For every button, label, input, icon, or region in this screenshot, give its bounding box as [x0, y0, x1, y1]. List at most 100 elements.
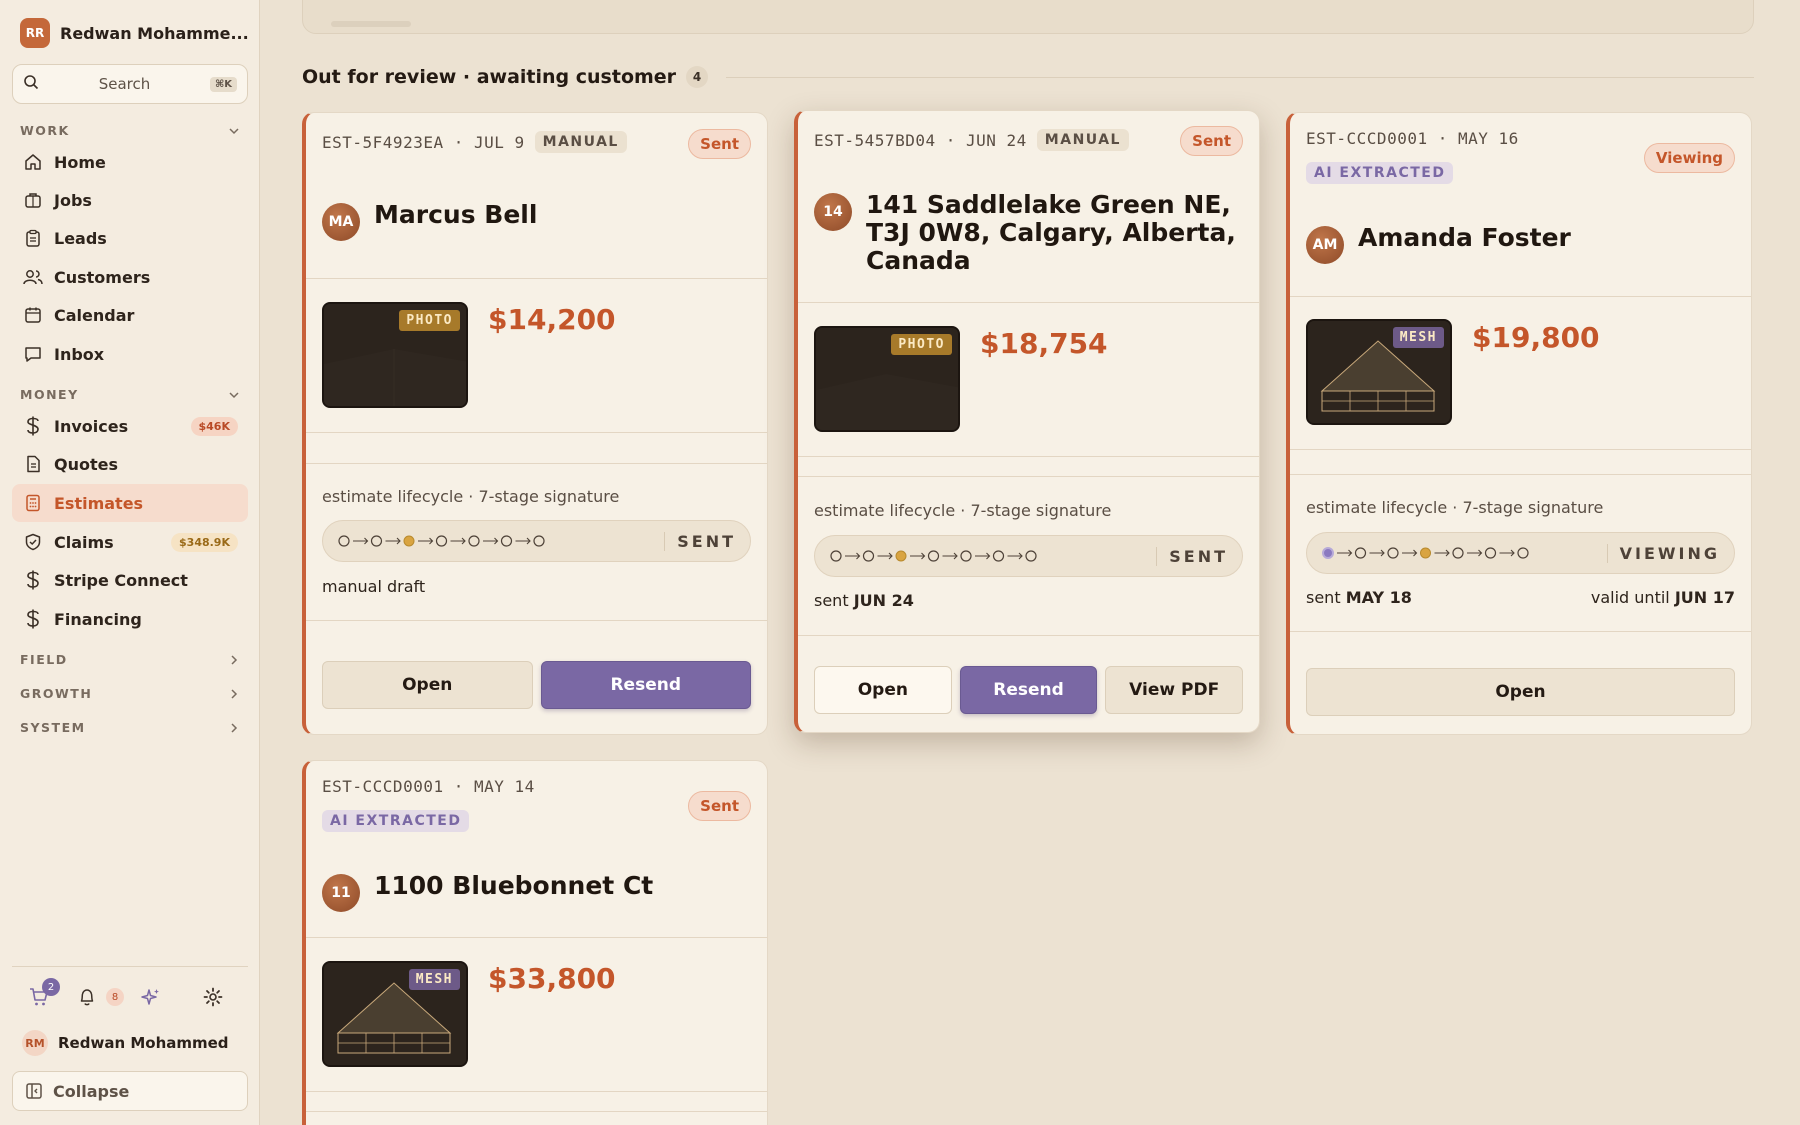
sidebar-item-stripe-connect[interactable]: Stripe Connect — [12, 561, 248, 599]
workspace-switcher[interactable]: RR Redwan Mohamme... — [20, 18, 249, 48]
source-tag: MANUAL — [534, 131, 627, 153]
calendar-icon — [22, 304, 44, 326]
source-tag: AI EXTRACTED — [1306, 162, 1454, 184]
section-work-label: WORK — [20, 123, 70, 138]
section-money[interactable]: MONEY — [20, 387, 240, 402]
avatar: RM — [22, 1030, 48, 1056]
lifecycle-arrow — [418, 537, 434, 545]
lifecycle-stage — [468, 535, 480, 547]
chevron-right-icon — [231, 722, 238, 733]
estimate-card[interactable]: EST-5F4923EA · JUL 9 MANUAL Sent MA Marc… — [302, 112, 768, 735]
lifecycle-arrow — [975, 552, 991, 560]
view-pdf-button[interactable]: View PDF — [1105, 666, 1244, 714]
lifecycle-stage — [403, 535, 415, 547]
section-system[interactable]: SYSTEM — [20, 720, 240, 735]
lifecycle-state: SENT — [1156, 546, 1228, 566]
search-input[interactable]: Search ⌘K — [12, 64, 248, 104]
estimate-meta: EST-CCCD0001 · MAY 14 — [322, 777, 535, 796]
sidebar-item-label: Financing — [54, 609, 142, 629]
client-name: 141 Saddlelake Green NE, T3J 0W8, Calgar… — [866, 190, 1236, 275]
lifecycle-stage — [1452, 547, 1464, 559]
user-profile[interactable]: RM Redwan Mohammed — [22, 1030, 229, 1056]
lifecycle-stage — [370, 535, 383, 547]
group-count-badge: 4 — [686, 66, 709, 88]
estimate-card[interactable]: EST-CCCD0001 · MAY 14 AI EXTRACTED Sent … — [302, 760, 768, 1125]
divider — [798, 635, 1259, 636]
estimate-price: $14,200 — [488, 303, 616, 336]
sidebar-item-quotes[interactable]: Quotes — [12, 445, 248, 483]
lifecycle-arrow — [1337, 549, 1353, 557]
settings-button[interactable] — [198, 982, 228, 1012]
sidebar-item-leads[interactable]: Leads — [12, 219, 248, 257]
estimate-id: EST-CCCD0001 · MAY 16 — [1306, 129, 1519, 148]
sidebar-item-label: Estimates — [54, 493, 144, 513]
sidebar-item-jobs[interactable]: Jobs — [12, 181, 248, 219]
lifecycle-arrow — [910, 552, 926, 560]
estimate-id: EST-5457BD04 · JUN 24 — [814, 130, 1027, 150]
status-badge: Sent — [1180, 126, 1243, 156]
sidebar-item-label: Jobs — [54, 190, 92, 210]
lifecycle-stage — [1322, 547, 1334, 559]
sidebar-item-financing[interactable]: Financing — [12, 600, 248, 638]
resend-button[interactable]: Resend — [959, 666, 1098, 714]
sidebar-item-claims[interactable]: Claims $348.9K — [12, 523, 248, 561]
section-growth-label: GROWTH — [20, 686, 93, 701]
section-field[interactable]: FIELD — [20, 652, 240, 667]
invoices-badge: $46K — [190, 416, 238, 436]
lifecycle-note: sent JUN 24 — [814, 591, 1243, 610]
mesh-thumbnail[interactable]: MESH — [322, 961, 468, 1067]
sidebar-item-invoices[interactable]: Invoices $46K — [12, 407, 248, 445]
sidebar-item-home[interactable]: Home — [12, 143, 248, 181]
mesh-thumbnail[interactable]: MESH — [1306, 319, 1452, 425]
sidebar-item-calendar[interactable]: Calendar — [12, 296, 248, 334]
section-work[interactable]: WORK — [20, 123, 240, 138]
estimate-card[interactable]: EST-CCCD0001 · MAY 16 AI EXTRACTED Viewi… — [1286, 112, 1752, 735]
main-content: Out for review · awaiting customer 4 EST… — [260, 0, 1800, 1125]
estimate-id: EST-5F4923EA · JUL 9 — [322, 132, 525, 152]
sidebar-item-inbox[interactable]: Inbox — [12, 335, 248, 373]
sidebar-item-label: Stripe Connect — [54, 570, 188, 590]
section-field-label: FIELD — [20, 652, 68, 667]
photo-thumbnail[interactable]: PHOTO — [322, 302, 468, 408]
chevron-down-icon — [229, 391, 239, 398]
lifecycle-arrow — [1402, 549, 1418, 557]
avatar: 14 — [814, 193, 852, 231]
search-label: Search — [98, 75, 151, 93]
section-growth[interactable]: GROWTH — [20, 686, 240, 701]
lifecycle-arrow — [483, 537, 499, 545]
sidebar-item-customers[interactable]: Customers — [12, 258, 248, 296]
thumbnail-tag: MESH — [408, 969, 460, 990]
lifecycle-stage — [435, 535, 448, 547]
divider — [306, 1091, 767, 1092]
photo-thumbnail[interactable]: PHOTO — [814, 326, 960, 432]
lifecycle-track: SENT — [814, 535, 1243, 577]
client-row: MA Marcus Bell — [322, 201, 537, 241]
lifecycle-note: sent MAY 18 valid until JUN 17 — [1306, 588, 1735, 607]
ai-assistant-button[interactable] — [136, 982, 166, 1012]
divider — [306, 1111, 767, 1112]
sidebar-item-estimates[interactable]: Estimates — [12, 484, 248, 522]
lifecycle-stage — [338, 535, 350, 547]
section-money-label: MONEY — [20, 387, 79, 402]
cart-button[interactable]: 2 — [24, 978, 60, 1012]
sent-date: JUN 24 — [853, 591, 914, 610]
divider — [1290, 296, 1751, 297]
search-shortcut: ⌘K — [209, 76, 237, 92]
chevron-right-icon — [231, 654, 238, 665]
open-button[interactable]: Open — [1306, 668, 1735, 716]
open-button[interactable]: Open — [814, 666, 952, 714]
sidebar-item-label: Invoices — [54, 416, 129, 436]
card-actions: Open — [1306, 668, 1735, 716]
divider — [306, 432, 767, 433]
estimate-card[interactable]: EST-5457BD04 · JUN 24 MANUAL Sent 14 141… — [794, 110, 1260, 733]
sidebar-item-label: Leads — [54, 228, 107, 248]
resend-button[interactable]: Resend — [540, 661, 751, 709]
estimate-meta: EST-CCCD0001 · MAY 16 — [1306, 129, 1519, 148]
collapse-button[interactable]: Collapse — [12, 1071, 248, 1111]
notifications-button[interactable] — [72, 982, 102, 1012]
card-actions: Open Resend — [322, 661, 751, 709]
open-button[interactable]: Open — [322, 661, 533, 709]
sparkles-icon — [141, 989, 159, 1005]
claims-badge: $348.9K — [171, 532, 238, 552]
lifecycle-stages — [830, 550, 1037, 562]
